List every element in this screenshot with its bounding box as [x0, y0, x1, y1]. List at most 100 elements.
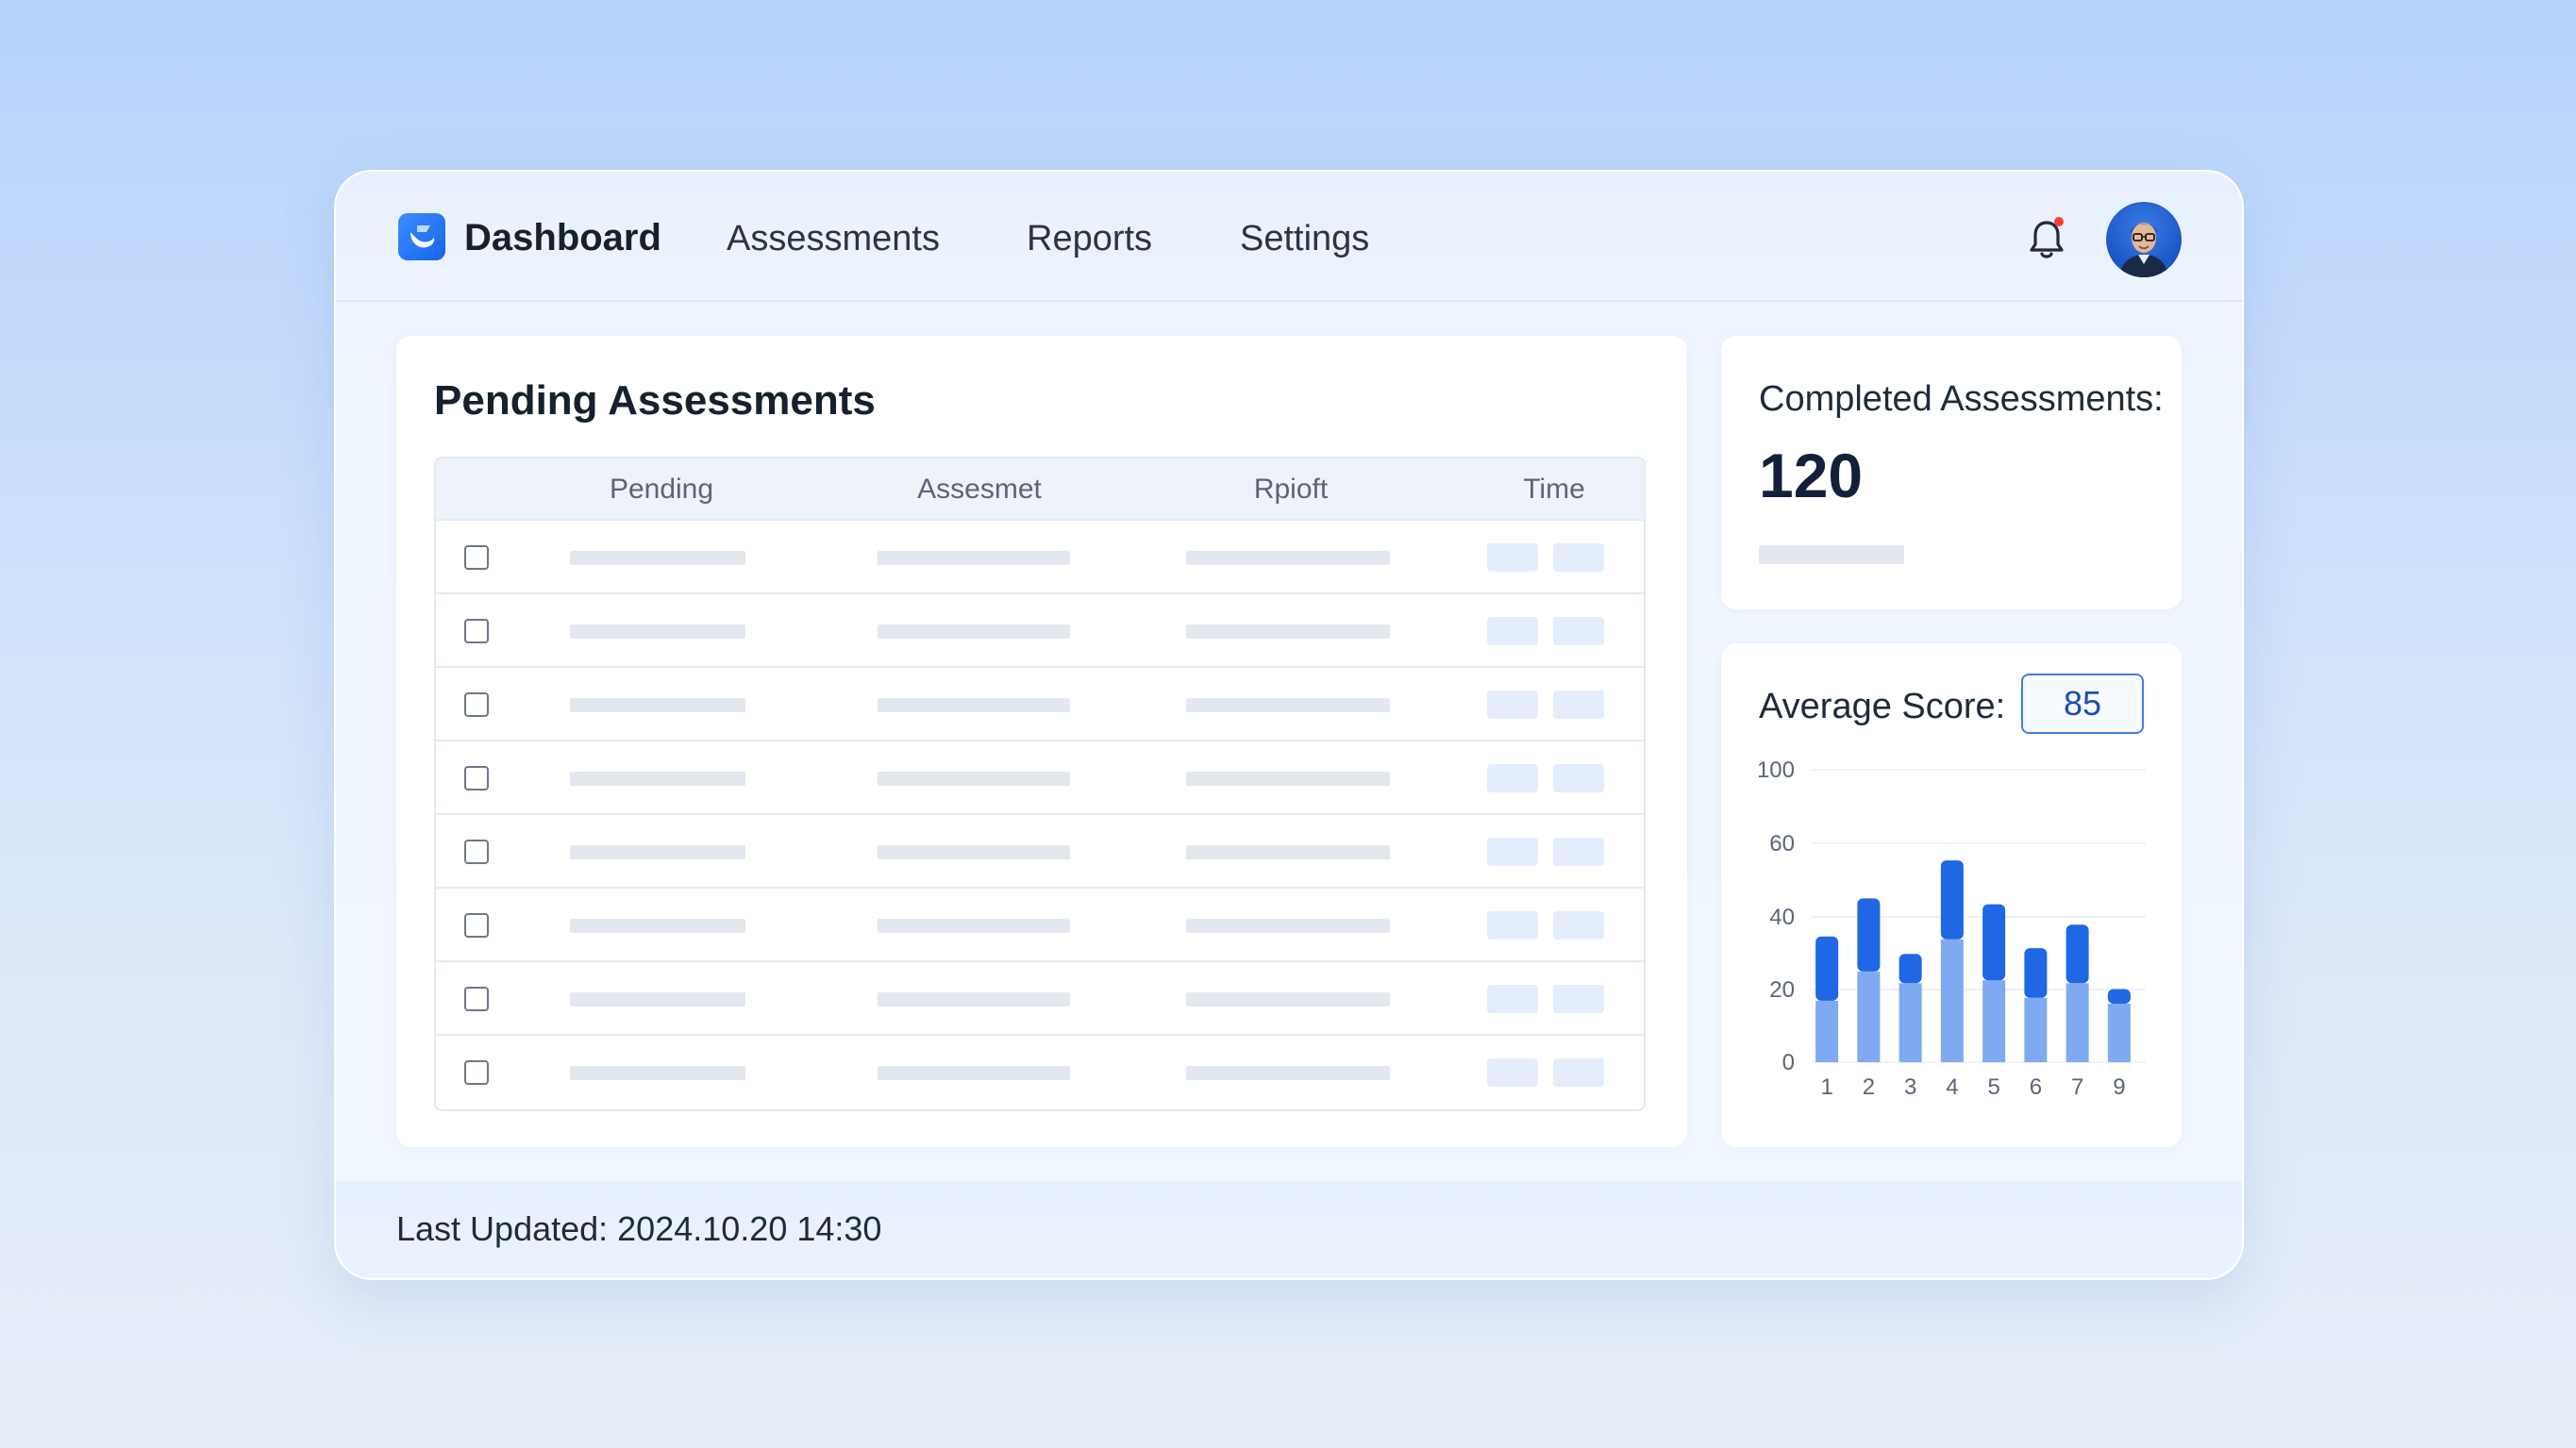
- row-checkbox[interactable]: [464, 913, 489, 938]
- pending-cell-placeholder: [570, 919, 745, 933]
- x-tick-label: 3: [1904, 1074, 1916, 1100]
- nav-assessments[interactable]: Assessments: [727, 219, 940, 259]
- nav-settings[interactable]: Settings: [1240, 219, 1369, 259]
- table-row[interactable]: [436, 592, 1644, 666]
- time-cell-placeholder: [1553, 764, 1604, 792]
- time-cell-placeholder: [1553, 911, 1604, 940]
- chart-bar-segment[interactable]: [2107, 989, 2131, 1005]
- chart-bar-segment[interactable]: [1899, 983, 1922, 1062]
- x-tick-label: 9: [2113, 1074, 2125, 1100]
- user-avatar[interactable]: [2106, 202, 2182, 277]
- x-tick-label: 5: [1987, 1074, 1999, 1100]
- chart-bar-segment[interactable]: [1982, 980, 2006, 1062]
- time-cell-placeholder: [1487, 911, 1538, 940]
- completed-placeholder-bar: [1759, 545, 1904, 564]
- app-logo-icon[interactable]: [398, 213, 445, 260]
- nav-reports[interactable]: Reports: [1027, 219, 1152, 259]
- completed-assessments-label: Completed Assessments:: [1759, 379, 2164, 419]
- chart-bar-segment[interactable]: [2024, 997, 2048, 1062]
- chart-bar-segment[interactable]: [1940, 939, 1964, 1062]
- table-row[interactable]: [436, 813, 1644, 887]
- chart-bar-segment[interactable]: [2107, 1004, 2131, 1062]
- nav-dashboard[interactable]: Dashboard: [464, 217, 661, 259]
- table-row[interactable]: [436, 666, 1644, 740]
- pending-assessments-title: Pending Assessments: [434, 377, 876, 424]
- chart-bar-segment[interactable]: [1815, 936, 1839, 1001]
- chart-bar-segment[interactable]: [1899, 954, 1922, 984]
- time-cell-placeholder: [1487, 985, 1538, 1013]
- column-header-report[interactable]: Rpioft: [1149, 474, 1432, 506]
- y-tick-label: 60: [1769, 831, 1795, 857]
- table-row[interactable]: [436, 519, 1644, 592]
- table-row[interactable]: [436, 740, 1644, 813]
- completed-assessments-card: Completed Assessments: 120: [1721, 336, 2182, 609]
- row-checkbox[interactable]: [464, 766, 489, 791]
- chart-bar-segment[interactable]: [1815, 1000, 1839, 1062]
- chart-bar-segment[interactable]: [2024, 948, 2048, 998]
- notification-bell-icon[interactable]: [2025, 215, 2068, 262]
- report-cell-placeholder: [1186, 698, 1390, 712]
- pending-assessments-table: Pending Assesmet Rpioft Time: [434, 457, 1646, 1111]
- footer-bar: Last Updated: 2024.10.20 14:30: [336, 1181, 2242, 1278]
- pending-cell-placeholder: [570, 992, 745, 1007]
- score-bar-chart: 0 20 40 60 100 1 2 3 4 5 6 7 9: [1757, 757, 2146, 1100]
- assessment-cell-placeholder: [878, 698, 1070, 712]
- row-checkbox[interactable]: [464, 692, 489, 717]
- pending-cell-placeholder: [570, 624, 745, 639]
- pending-cell-placeholder: [570, 551, 745, 565]
- report-cell-placeholder: [1186, 772, 1390, 786]
- x-tick-label: 1: [1820, 1074, 1832, 1100]
- chart-bar-segment[interactable]: [1857, 898, 1881, 972]
- assessment-cell-placeholder: [878, 1066, 1070, 1080]
- report-cell-placeholder: [1186, 992, 1390, 1007]
- time-cell-placeholder: [1487, 691, 1538, 719]
- pending-cell-placeholder: [570, 1066, 745, 1080]
- time-cell-placeholder: [1553, 617, 1604, 645]
- time-cell-placeholder: [1487, 838, 1538, 866]
- assessment-cell-placeholder: [878, 845, 1070, 859]
- x-tick-label: 6: [2030, 1074, 2042, 1100]
- assessment-cell-placeholder: [878, 919, 1070, 933]
- y-tick-label: 0: [1782, 1050, 1795, 1075]
- chart-bar-segment[interactable]: [1940, 860, 1964, 940]
- y-tick-label: 100: [1757, 757, 1795, 783]
- chart-bar-segment[interactable]: [1982, 904, 2006, 981]
- pending-cell-placeholder: [570, 772, 745, 786]
- assessment-cell-placeholder: [878, 772, 1070, 786]
- pending-cell-placeholder: [570, 845, 745, 859]
- time-cell-placeholder: [1487, 1058, 1538, 1087]
- table-row[interactable]: [436, 887, 1644, 960]
- row-checkbox[interactable]: [464, 619, 489, 643]
- table-header: Pending Assesmet Rpioft Time: [436, 458, 1644, 519]
- table-row[interactable]: [436, 1034, 1644, 1107]
- time-cell-placeholder: [1553, 985, 1604, 1013]
- time-cell-placeholder: [1487, 617, 1538, 645]
- chart-bar-segment[interactable]: [2066, 924, 2089, 984]
- completed-assessments-value: 120: [1759, 441, 1864, 510]
- y-tick-label: 40: [1769, 905, 1795, 930]
- assessment-cell-placeholder: [878, 551, 1070, 565]
- time-cell-placeholder: [1487, 764, 1538, 792]
- table-row[interactable]: [436, 960, 1644, 1034]
- chart-bar-segment[interactable]: [2066, 983, 2089, 1062]
- row-checkbox[interactable]: [464, 1060, 489, 1085]
- assessment-cell-placeholder: [878, 624, 1070, 639]
- time-cell-placeholder: [1553, 1058, 1604, 1087]
- row-checkbox[interactable]: [464, 545, 489, 570]
- column-header-pending[interactable]: Pending: [520, 474, 803, 506]
- average-score-card: Average Score: 85 0 20 40 60 100 1 2 3 4 5 6 7 9: [1721, 643, 2182, 1147]
- time-cell-placeholder: [1553, 838, 1604, 866]
- report-cell-placeholder: [1186, 845, 1390, 859]
- time-cell-placeholder: [1553, 543, 1604, 572]
- top-navigation-bar: Dashboard Assessments Reports Settings: [336, 172, 2242, 302]
- last-updated-text: Last Updated: 2024.10.20 14:30: [396, 1209, 882, 1248]
- row-checkbox[interactable]: [464, 987, 489, 1011]
- report-cell-placeholder: [1186, 551, 1390, 565]
- time-cell-placeholder: [1553, 691, 1604, 719]
- row-checkbox[interactable]: [464, 840, 489, 864]
- column-header-time[interactable]: Time: [1413, 474, 1644, 506]
- column-header-assessment[interactable]: Assesmet: [838, 474, 1121, 506]
- chart-bar-segment[interactable]: [1857, 971, 1881, 1062]
- pending-cell-placeholder: [570, 698, 745, 712]
- notification-dot: [2054, 217, 2064, 226]
